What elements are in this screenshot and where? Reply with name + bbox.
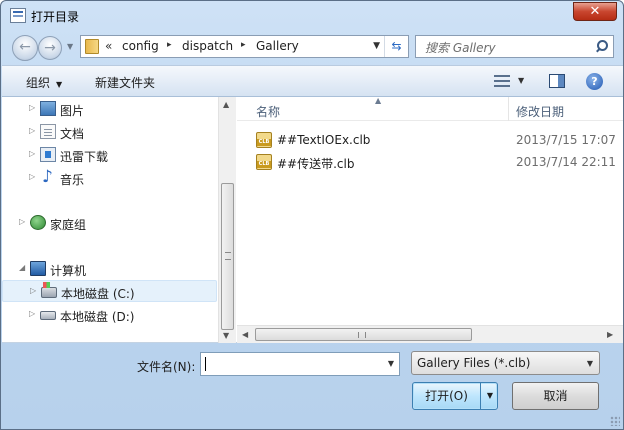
dialog-icon (10, 8, 26, 23)
music-icon (40, 167, 56, 187)
text-caret (205, 357, 206, 371)
sidebar-item-drive-c[interactable]: ▷ 本地磁盘 (C:) (2, 280, 217, 302)
command-toolbar: 组织 ▼ 新建文件夹 ▼ ? (2, 65, 623, 97)
sidebar-item-homegroup[interactable]: ▷ 家庭组 (2, 212, 217, 234)
breadcrumb-separator-icon[interactable]: ▸ (167, 40, 172, 50)
sidebar-item-label: 本地磁盘 (D:) (60, 310, 135, 324)
file-name: ##TextIOEx.clb (277, 133, 371, 147)
sidebar-item-drive-d[interactable]: ▷ 本地磁盘 (D:) (2, 304, 217, 326)
scroll-right-icon[interactable]: ▶ (607, 330, 613, 339)
file-horizontal-scrollbar[interactable]: ◀ ▶ (237, 325, 623, 343)
file-list: ▲ 名称 修改日期 ##TextIOEx.clb 2013/7/15 17:07… (237, 96, 623, 343)
chevron-down-icon: ▼ (56, 80, 63, 89)
breadcrumb-config[interactable]: config (122, 39, 159, 53)
file-modified: 2013/7/15 17:07 (516, 133, 616, 147)
organize-label: 组织 (26, 76, 51, 90)
sidebar-item-downloads[interactable]: ▷ 迅雷下载 (2, 144, 217, 166)
column-header-row: ▲ 名称 修改日期 (237, 96, 623, 121)
sidebar-item-label: 音乐 (60, 173, 85, 187)
file-type-select[interactable]: Gallery Files (*.clb) ▼ (411, 351, 600, 375)
content-area: ▷ 图片 ▷ 文档 ▷ 迅雷下载 ▷ 音乐 ▷ 家庭组 (2, 96, 623, 343)
breadcrumb-overflow[interactable]: « (105, 39, 112, 53)
collapse-arrow-icon[interactable]: ◢ (19, 263, 25, 272)
folder-icon (85, 39, 99, 54)
open-button-label[interactable]: 打开(O) (413, 383, 481, 409)
sidebar-item-music[interactable]: ▷ 音乐 (2, 167, 217, 189)
filename-dropdown-icon[interactable]: ▼ (388, 359, 394, 368)
file-row[interactable]: ##TextIOEx.clb 2013/7/15 17:07 (237, 129, 623, 151)
resize-grip-icon[interactable] (610, 416, 620, 426)
search-icon[interactable] (595, 39, 608, 53)
sidebar-item-computer[interactable]: ◢ 计算机 (2, 258, 217, 280)
new-folder-button[interactable]: 新建文件夹 (95, 74, 155, 91)
expand-arrow-icon[interactable]: ▷ (29, 149, 35, 158)
nav-vertical-scrollbar[interactable]: ▲ ▼ (218, 97, 236, 343)
filename-field[interactable]: ▼ (200, 352, 400, 376)
homegroup-icon (30, 215, 46, 230)
back-button[interactable]: ← (12, 35, 38, 61)
downloads-icon (40, 147, 56, 162)
sidebar-item-label: 计算机 (50, 264, 87, 278)
filename-label: 文件名(N): (137, 360, 196, 374)
clb-file-icon (256, 132, 272, 148)
scroll-left-icon[interactable]: ◀ (242, 330, 248, 339)
breadcrumb-separator-icon[interactable]: ▸ (241, 40, 246, 50)
file-type-value: Gallery Files (*.clb) (417, 356, 531, 370)
navigation-pane: ▷ 图片 ▷ 文档 ▷ 迅雷下载 ▷ 音乐 ▷ 家庭组 (2, 97, 236, 343)
scroll-thumb[interactable] (255, 328, 472, 341)
drive-d-icon (40, 311, 56, 320)
view-options-icon[interactable] (494, 75, 510, 87)
sidebar-item-label: 家庭组 (50, 218, 87, 232)
pictures-icon (40, 101, 56, 116)
preview-pane-icon[interactable] (549, 74, 565, 88)
clb-file-icon (256, 154, 272, 170)
open-folder-dialog: 打开目录 ✕ ← → ▼ « config ▸ dispatch ▸ Galle… (0, 0, 624, 430)
sidebar-item-label: 文档 (60, 127, 85, 141)
window-title: 打开目录 (31, 10, 80, 24)
scroll-thumb[interactable] (221, 183, 234, 330)
column-divider[interactable] (508, 97, 509, 121)
breadcrumb-dispatch[interactable]: dispatch (182, 39, 233, 53)
sort-ascending-icon: ▲ (375, 96, 382, 105)
scroll-up-icon[interactable]: ▲ (223, 100, 229, 109)
cancel-button[interactable]: 取消 (512, 382, 599, 410)
recent-locations-dropdown-icon[interactable]: ▼ (67, 42, 73, 51)
title-bar: 打开目录 ✕ (1, 1, 623, 31)
help-icon[interactable]: ? (586, 73, 603, 90)
drive-c-icon (41, 282, 57, 298)
address-bar[interactable]: « config ▸ dispatch ▸ Gallery ▼ ⇆ (80, 35, 409, 58)
documents-icon (40, 124, 56, 139)
file-row[interactable]: ##传送带.clb 2013/7/14 22:11 (237, 151, 623, 173)
close-button[interactable]: ✕ (573, 2, 617, 21)
sidebar-item-pictures[interactable]: ▷ 图片 (2, 98, 217, 120)
organize-button[interactable]: 组织 ▼ (26, 74, 62, 91)
computer-icon (30, 261, 46, 276)
file-name: ##传送带.clb (277, 157, 355, 171)
open-options-dropdown-icon[interactable]: ▼ (487, 383, 493, 409)
column-header-name[interactable]: 名称 (256, 103, 280, 120)
breadcrumb-gallery[interactable]: Gallery (256, 39, 299, 53)
expand-arrow-icon[interactable]: ▷ (19, 217, 25, 226)
chevron-down-icon[interactable]: ▼ (587, 359, 593, 368)
expand-arrow-icon[interactable]: ▷ (29, 172, 35, 181)
forward-button[interactable]: → (38, 36, 62, 60)
expand-arrow-icon[interactable]: ▷ (30, 286, 36, 295)
file-modified: 2013/7/14 22:11 (516, 155, 616, 169)
scroll-down-icon[interactable]: ▼ (223, 331, 229, 340)
open-button[interactable]: 打开(O) ▼ (412, 382, 498, 410)
view-dropdown-icon[interactable]: ▼ (518, 76, 524, 85)
sidebar-item-label: 迅雷下载 (60, 150, 109, 164)
sidebar-item-label: 图片 (60, 104, 85, 118)
search-input[interactable]: 搜索 Gallery (425, 39, 496, 56)
address-dropdown-icon[interactable]: ▼ (373, 41, 380, 51)
sidebar-item-documents[interactable]: ▷ 文档 (2, 121, 217, 143)
refresh-button[interactable]: ⇆ (384, 36, 408, 57)
expand-arrow-icon[interactable]: ▷ (29, 103, 35, 112)
column-header-modified[interactable]: 修改日期 (516, 103, 564, 120)
expand-arrow-icon[interactable]: ▷ (29, 126, 35, 135)
search-box[interactable]: 搜索 Gallery (415, 35, 614, 58)
expand-arrow-icon[interactable]: ▷ (29, 309, 35, 318)
sidebar-item-label: 本地磁盘 (C:) (61, 287, 135, 301)
